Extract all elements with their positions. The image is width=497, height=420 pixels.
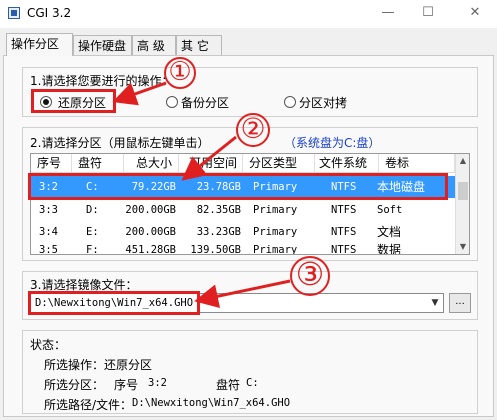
arrow-1	[112, 81, 167, 106]
arrow-3	[194, 279, 291, 309]
annotation-1: ①	[164, 57, 196, 89]
arrow-2	[181, 135, 237, 181]
annotation-2: ②	[236, 113, 270, 147]
annotation-arrows	[112, 81, 291, 309]
annotation-3: ③	[290, 256, 330, 296]
tab-partition[interactable]: 操作分区	[6, 33, 73, 56]
